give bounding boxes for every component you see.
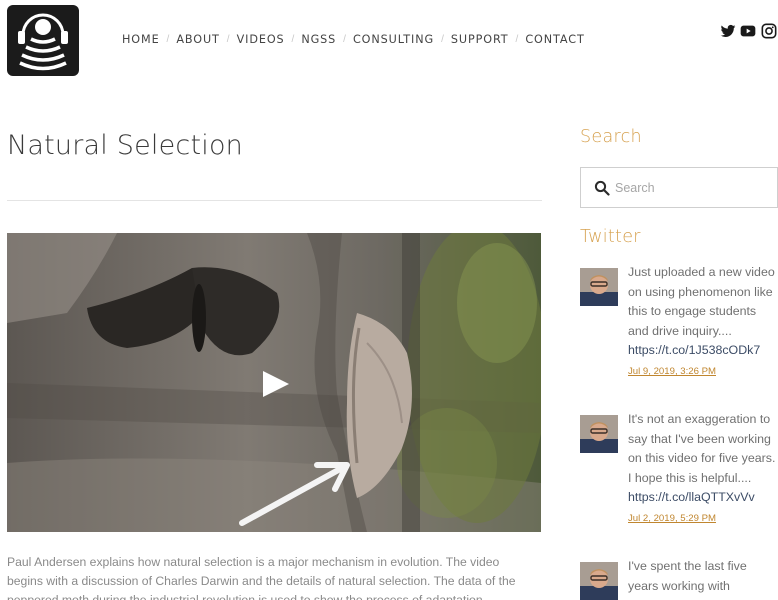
nav-separator: /	[226, 34, 230, 45]
nav-separator: /	[291, 34, 295, 45]
youtube-icon[interactable]	[740, 23, 756, 39]
nav-separator: /	[166, 34, 170, 45]
nav-about[interactable]: About	[176, 33, 219, 46]
title-divider	[7, 200, 542, 201]
twitter-heading: Twitter	[580, 227, 641, 247]
tweet-link[interactable]: https://t.co/llaQTTXvVv	[628, 488, 778, 508]
tweet-text: Just uploaded a new video on using pheno…	[628, 265, 775, 338]
tweet-text: It's not an exaggeration to say that I'v…	[628, 412, 776, 485]
nav-home[interactable]: Home	[122, 33, 160, 46]
nav-ngss[interactable]: NGSS	[301, 33, 336, 46]
instagram-icon[interactable]	[761, 23, 777, 39]
nav-consulting[interactable]: Consulting	[353, 33, 434, 46]
search-icon	[594, 180, 610, 196]
search-input[interactable]	[615, 178, 765, 198]
tweet-date[interactable]: Jul 9, 2019, 3:26 PM	[628, 362, 778, 382]
video-player[interactable]	[7, 233, 541, 532]
avatar[interactable]	[580, 268, 618, 306]
nav-separator: /	[515, 34, 519, 45]
main-nav: Home / About / Videos / NGSS / Consultin…	[122, 33, 585, 46]
page-title: Natural Selection	[7, 130, 243, 161]
nav-contact[interactable]: Contact	[525, 33, 584, 46]
search-heading: Search	[580, 127, 642, 147]
play-icon[interactable]	[261, 370, 291, 398]
twitter-icon[interactable]	[720, 23, 736, 39]
tweet-link[interactable]: https://t.co/1J538cODk7	[628, 341, 778, 361]
avatar[interactable]	[580, 415, 618, 453]
video-description: Paul Andersen explains how natural selec…	[7, 555, 516, 600]
site-logo[interactable]	[7, 5, 79, 76]
social-links	[720, 23, 777, 39]
nav-videos[interactable]: Videos	[237, 33, 285, 46]
headphones-logo-icon	[18, 13, 68, 71]
tweet-date[interactable]: Jul 2, 2019, 5:29 PM	[628, 509, 778, 529]
tweet-text: I've spent the last five years working w…	[628, 559, 747, 593]
avatar[interactable]	[580, 562, 618, 600]
nav-support[interactable]: Support	[451, 33, 509, 46]
nav-separator: /	[343, 34, 346, 45]
search-box	[580, 167, 778, 208]
nav-separator: /	[441, 34, 444, 45]
